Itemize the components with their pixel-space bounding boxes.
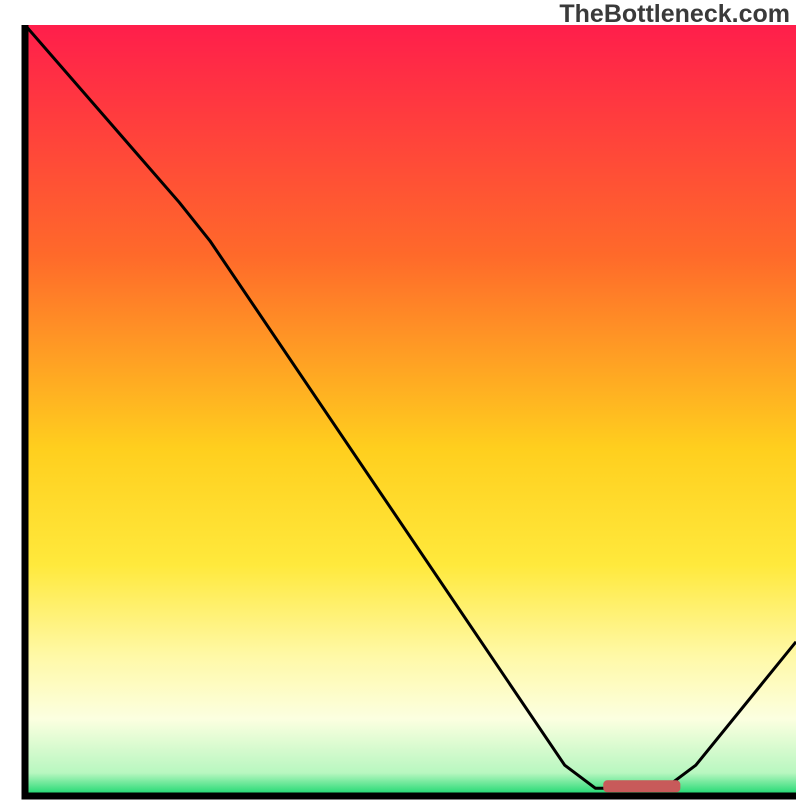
plot-svg [0, 0, 800, 800]
watermark-label: TheBottleneck.com [559, 0, 790, 29]
bottleneck-chart: TheBottleneck.com [0, 0, 800, 800]
optimal-range-marker [603, 780, 680, 792]
plot-area [25, 25, 796, 796]
gradient-background [25, 25, 796, 796]
